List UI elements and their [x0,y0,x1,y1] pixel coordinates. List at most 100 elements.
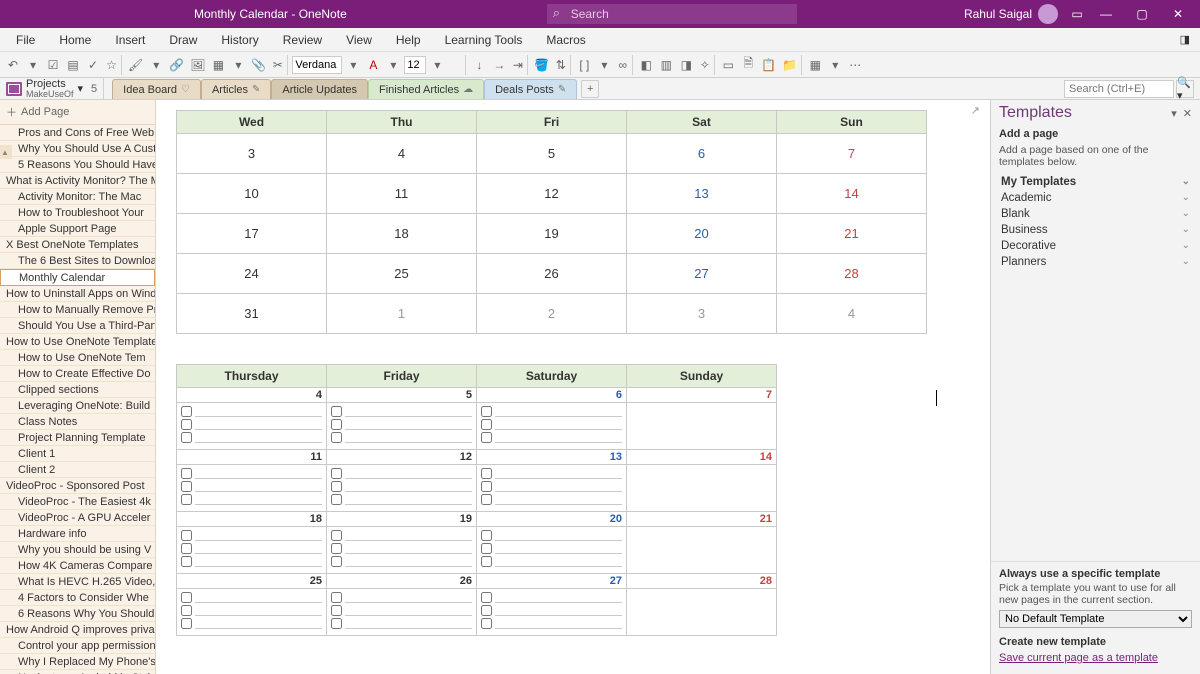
add-section-button[interactable]: + [581,80,599,98]
page-item[interactable]: Class Notes [0,414,155,430]
font-size-select[interactable] [404,56,426,74]
sort-icon[interactable]: ⇅ [553,55,571,75]
task-checkbox[interactable] [181,481,192,492]
cal2-cell[interactable]: 6 [477,388,627,450]
cal-cell[interactable]: 1 [327,294,477,334]
menu-view[interactable]: View [334,28,384,52]
add-page-button[interactable]: ＋ Add Page [0,100,155,125]
page-item[interactable]: Apple Support Page [0,221,155,237]
menu-file[interactable]: File [4,28,47,52]
collapse-ribbon-icon[interactable]: ◨ [1174,33,1196,46]
global-search-input[interactable] [547,4,797,24]
cal-cell[interactable]: 21 [777,214,927,254]
task-checkbox[interactable] [481,556,492,567]
bucket-icon[interactable]: 🪣 [532,55,551,75]
cal-cell[interactable]: 13 [627,174,777,214]
page-search-input[interactable] [1064,80,1174,98]
task-checkbox[interactable] [331,406,342,417]
task-checkbox[interactable] [481,605,492,616]
cal-cell[interactable]: 25 [327,254,477,294]
outdent-icon[interactable]: → [490,55,508,75]
menu-help[interactable]: Help [384,28,433,52]
template-category[interactable]: Business⌄ [991,222,1200,238]
cal2-cell[interactable]: 11 [177,450,327,512]
dropdown-icon[interactable]: ▾ [229,55,247,75]
user-account[interactable]: Rahul Saigal [956,4,1066,24]
task-checkbox[interactable] [331,419,342,430]
page-item[interactable]: Should You Use a Third-Party [0,318,155,334]
task-checkbox[interactable] [181,468,192,479]
table-icon[interactable]: ▦ [209,55,227,75]
cal-cell[interactable]: 11 [327,174,477,214]
star-tag-icon[interactable]: ☆ [104,55,122,75]
task-checkbox[interactable] [181,530,192,541]
cal-cell[interactable]: 5 [477,134,627,174]
task-checkbox[interactable] [181,543,192,554]
cal-cell[interactable]: 3 [177,134,327,174]
page-item[interactable]: Leveraging OneNote: Build [0,398,155,414]
page-item[interactable]: Why You Should Use A Custo [0,141,155,157]
more-icon[interactable]: ⋯ [846,55,864,75]
dock-split-icon[interactable]: ▥ [657,55,675,75]
task-checkbox[interactable] [181,494,192,505]
task-checkbox[interactable] [331,543,342,554]
notebook-dropdown[interactable]: Projects MakeUseOf ▾ 5 [0,78,104,99]
page-item[interactable]: Control your app permissions [0,638,155,654]
task-checkbox[interactable] [181,605,192,616]
font-color-icon[interactable]: A [364,55,382,75]
cal-cell[interactable]: 28 [777,254,927,294]
save-template-link[interactable]: Save current page as a template [999,652,1192,664]
cal2-cell[interactable]: 12 [327,450,477,512]
task-checkbox[interactable] [481,618,492,629]
page-item[interactable]: 4 Factors to Consider Whe [0,590,155,606]
task-checkbox[interactable] [481,406,492,417]
cal2-cell[interactable]: 13 [477,450,627,512]
cal-cell[interactable]: 17 [177,214,327,254]
section-tab-articles[interactable]: Articles✎ [201,79,271,99]
highlight-icon[interactable]: ▾ [147,55,165,75]
page-item[interactable]: How Android Q improves privacy [0,622,155,638]
redo-button[interactable]: ▾ [24,55,42,75]
link-icon[interactable]: 🔗 [167,55,186,75]
cal-cell[interactable]: 4 [777,294,927,334]
task-checkbox[interactable] [331,605,342,616]
task-checkbox[interactable] [481,419,492,430]
task-checkbox[interactable] [181,618,192,629]
folder-icon[interactable]: ▭ [719,55,737,75]
cal-cell[interactable]: 27 [627,254,777,294]
page-item[interactable]: Pros and Cons of Free Web H [0,125,155,141]
page-item[interactable]: How to Troubleshoot Your [0,205,155,221]
page-item[interactable]: How to Use OneNote Tem [0,350,155,366]
task-checkbox[interactable] [331,432,342,443]
task-checkbox[interactable] [181,592,192,603]
task-checkbox[interactable] [331,494,342,505]
ribbon-display-icon[interactable]: ▭ [1066,3,1088,25]
templates-menu-icon[interactable]: ▾ [1171,107,1177,120]
toggle-icon[interactable]: ▤ [64,55,82,75]
indent-icon[interactable]: ⇥ [510,55,528,75]
scroll-up-icon[interactable]: ▲ [0,145,12,159]
cal-cell[interactable]: 26 [477,254,627,294]
arrow-icon[interactable]: ↓ [470,55,488,75]
cal2-cell[interactable]: 19 [327,512,477,574]
checkbox-tag-icon[interactable]: ☑ [44,55,62,75]
cal2-cell[interactable]: 14 [627,450,777,512]
page-icon[interactable]: 🗎 [739,55,757,75]
task-checkbox[interactable] [481,432,492,443]
folder2-icon[interactable]: 📁 [780,55,802,75]
task-checkbox[interactable] [331,618,342,629]
font-dropdown-icon[interactable]: ▾ [344,55,362,75]
task-checkbox[interactable] [481,530,492,541]
template-category[interactable]: Decorative⌄ [991,238,1200,254]
search-button[interactable]: 🔍▾ [1176,80,1194,98]
section-tab-finished-articles[interactable]: Finished Articles☁ [368,79,484,99]
page-item[interactable]: Monthly Calendar [0,269,155,286]
task-checkbox[interactable] [181,432,192,443]
page-item[interactable]: Navigate on Android in Style [0,670,155,674]
template-category[interactable]: Planners⌄ [991,254,1200,270]
page-item[interactable]: Project Planning Template [0,430,155,446]
task-checkbox[interactable] [181,556,192,567]
format-painter-icon[interactable]: 🖌 [126,55,145,75]
menu-draw[interactable]: Draw [157,28,209,52]
undo-button[interactable]: ↶ [4,55,22,75]
